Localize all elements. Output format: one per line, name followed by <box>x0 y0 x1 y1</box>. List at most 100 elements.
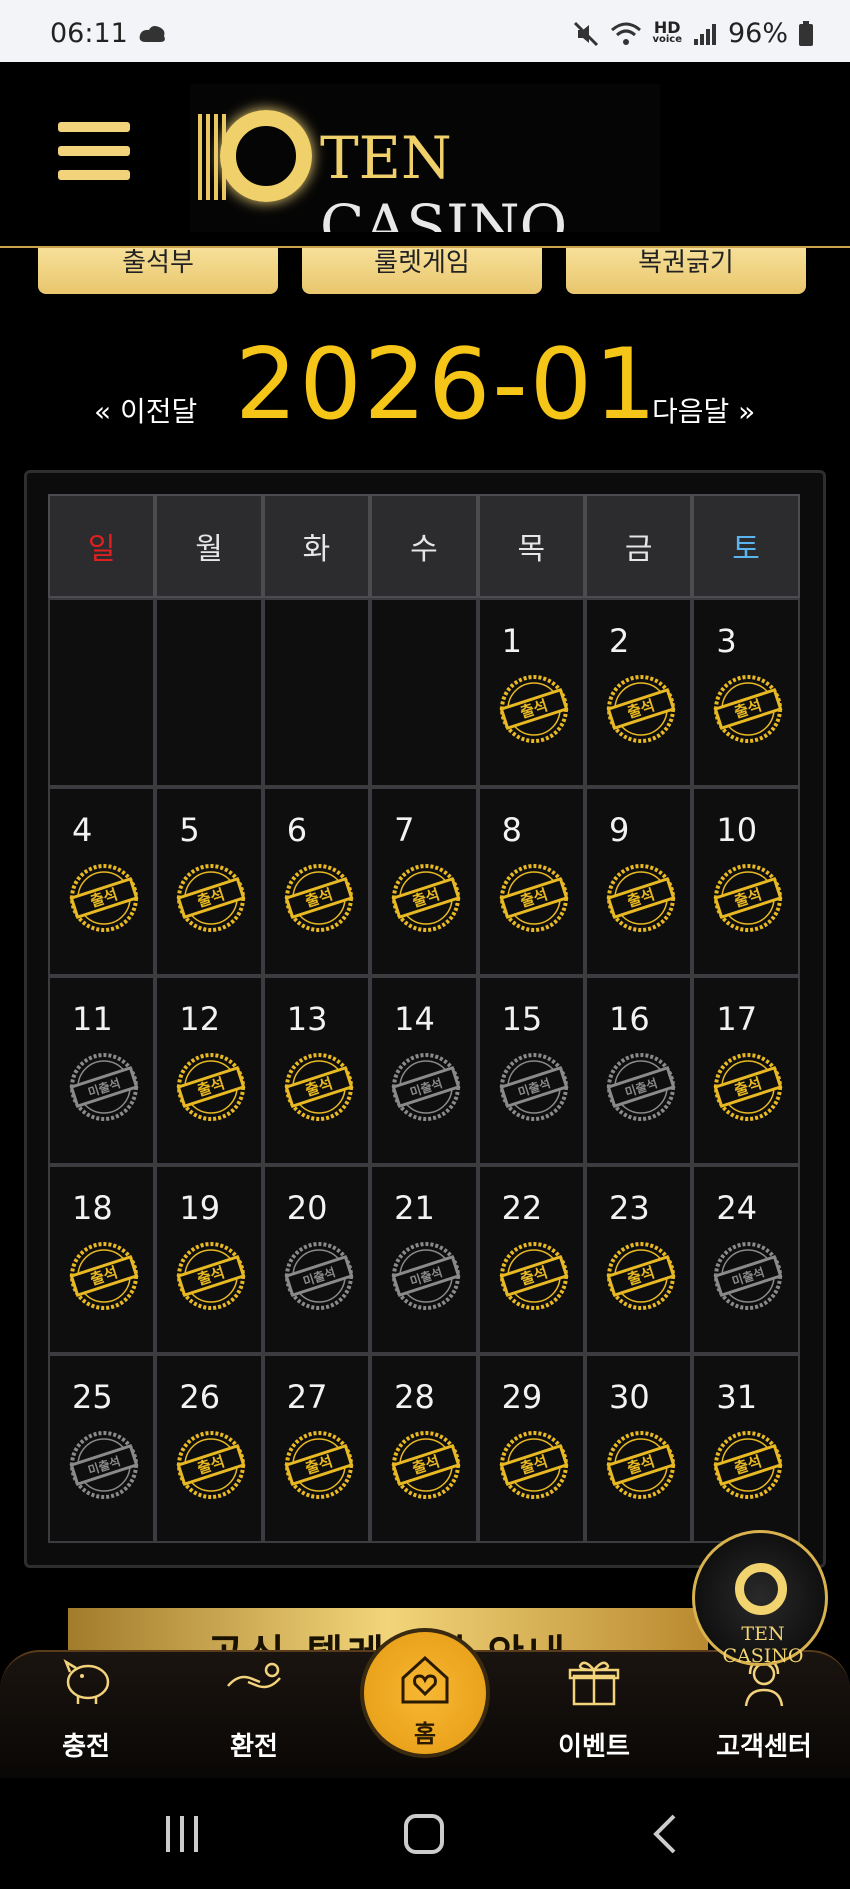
weekday-wed: 수 <box>370 494 478 598</box>
weekday-fri: 금 <box>584 494 693 598</box>
stamp-label: 출석 <box>195 1452 227 1478</box>
recent-apps-icon[interactable] <box>160 1812 204 1856</box>
day-number: 26 <box>179 1378 221 1416</box>
floating-logo-ring <box>735 1563 787 1615</box>
floating-logo-button[interactable]: TEN CASINO <box>692 1530 828 1667</box>
attended-stamp-icon: 출석 <box>497 1428 571 1502</box>
calendar-empty-cell <box>262 598 371 787</box>
calendar-day-cell: 4 출석 <box>48 787 156 976</box>
calendar-week-row: 1 출석 2 출석 3 출석 <box>48 598 800 787</box>
attended-stamp-icon: 출석 <box>711 861 785 935</box>
stamp-label: 출석 <box>518 885 550 911</box>
stamp-label: 출석 <box>303 1452 335 1478</box>
stamp-label: 출석 <box>410 1452 442 1478</box>
logo-casino-overlay: CASINO <box>320 192 568 232</box>
prev-month-link[interactable]: « 이전달 <box>94 390 197 430</box>
system-nav-bar <box>0 1778 850 1889</box>
day-number: 6 <box>286 811 308 849</box>
absent-stamp-icon: 미출석 <box>711 1239 785 1313</box>
nav-withdraw[interactable]: 환전 <box>194 1656 314 1763</box>
calendar-day-cell: 14 미출석 <box>370 976 478 1165</box>
attended-stamp-icon: 출석 <box>174 1239 248 1313</box>
calendar-week-row: 11 미출석 12 출석 13 출석 14 미출석 15 미출석 16 미출석 17 출석 <box>48 976 800 1165</box>
day-number: 27 <box>286 1378 328 1416</box>
nav-home[interactable]: 홈 <box>360 1628 490 1758</box>
attended-stamp-icon: 출석 <box>282 1428 356 1502</box>
calendar-day-cell: 24 미출석 <box>692 1165 800 1354</box>
calendar-day-cell: 19 출석 <box>155 1165 263 1354</box>
calendar-empty-cell <box>370 598 478 787</box>
day-number: 16 <box>608 1000 650 1038</box>
day-number: 9 <box>608 811 630 849</box>
stamp-label: 출석 <box>732 885 764 911</box>
stamp-label: 출석 <box>732 1452 764 1478</box>
current-month: 2026-01 <box>235 328 659 442</box>
day-number: 19 <box>179 1189 221 1227</box>
roulette-button[interactable]: 룰렛게임 <box>302 232 542 294</box>
stamp-label: 출석 <box>88 1263 120 1289</box>
stamp-label: 출석 <box>518 696 550 722</box>
attended-stamp-icon: 출석 <box>711 1050 785 1124</box>
back-icon[interactable] <box>644 1812 688 1856</box>
clock: 06:11 <box>50 18 128 49</box>
day-number: 18 <box>72 1189 113 1227</box>
calendar-empty-cell <box>155 598 263 787</box>
day-number: 15 <box>501 1000 543 1038</box>
nav-support[interactable]: 고객센터 <box>704 1656 824 1763</box>
calendar-empty-cell <box>48 598 156 787</box>
next-month-link[interactable]: 다음달 » <box>652 390 755 430</box>
wifi-icon <box>611 22 642 45</box>
attended-stamp-icon: 출석 <box>711 672 785 746</box>
attended-stamp-icon: 출석 <box>67 1239 141 1313</box>
signal-icon <box>693 23 716 45</box>
nav-event[interactable]: 이벤트 <box>534 1656 654 1763</box>
day-number: 22 <box>501 1189 543 1227</box>
calendar-day-cell: 3 출석 <box>692 598 800 787</box>
stamp-label: 출석 <box>303 1074 335 1100</box>
calendar-day-cell: 2 출석 <box>584 598 693 787</box>
lottery-button[interactable]: 복권긁기 <box>566 232 806 294</box>
day-number: 2 <box>608 622 630 660</box>
logo-ten-overlay: TEN <box>320 124 452 192</box>
attended-stamp-icon: 출석 <box>174 861 248 935</box>
attendance-button[interactable]: 출석부 <box>38 232 278 294</box>
weekday-tue: 화 <box>262 494 371 598</box>
weekday-header: 일 월 화 수 목 금 토 <box>48 494 800 598</box>
roulette-label: 룰렛게임 <box>374 248 470 278</box>
voice-label: voice <box>652 33 682 45</box>
attended-stamp-icon: 출석 <box>497 861 571 935</box>
piggy-bank-icon <box>63 1659 110 1704</box>
stamp-label: 출석 <box>625 885 657 911</box>
menu-icon-overlay[interactable] <box>58 122 130 184</box>
calendar-day-cell: 8 출석 <box>477 787 585 976</box>
weekday-thu: 목 <box>477 494 585 598</box>
stamp-label: 출석 <box>625 1263 657 1289</box>
attended-stamp-icon: 출석 <box>174 1428 248 1502</box>
hd-label: HD <box>653 17 681 37</box>
attended-stamp-icon: 출석 <box>282 861 356 935</box>
day-number: 3 <box>716 622 737 660</box>
nav-deposit[interactable]: 충전 <box>26 1656 146 1763</box>
calendar-day-cell: 1 출석 <box>477 598 585 787</box>
lottery-label: 복권긁기 <box>638 248 734 278</box>
nav-deposit-label: 충전 <box>62 1732 110 1762</box>
calendar-day-cell: 5 출석 <box>155 787 263 976</box>
calendar-day-cell: 6 출석 <box>262 787 371 976</box>
hd-voice-badge: HD voice <box>652 17 682 46</box>
absent-stamp-icon: 미출석 <box>389 1050 463 1124</box>
stamp-label: 출석 <box>303 885 335 911</box>
day-number: 28 <box>394 1378 435 1416</box>
home-button-icon[interactable] <box>402 1812 446 1856</box>
site-logo-overlay[interactable]: TEN CASINO <box>190 84 660 232</box>
day-number: 4 <box>72 811 93 849</box>
attended-stamp-icon: 출석 <box>604 1428 678 1502</box>
weekday-sat: 토 <box>692 494 800 598</box>
attended-stamp-icon: 출석 <box>389 1428 463 1502</box>
nav-support-label: 고객센터 <box>716 1732 812 1762</box>
home-heart-icon <box>401 1655 449 1704</box>
day-number: 23 <box>608 1189 650 1227</box>
stamp-label: 출석 <box>625 1452 657 1478</box>
stamp-label: 출석 <box>518 1263 550 1289</box>
attended-stamp-icon: 출석 <box>67 861 141 935</box>
battery-percent: 96% <box>727 18 788 49</box>
